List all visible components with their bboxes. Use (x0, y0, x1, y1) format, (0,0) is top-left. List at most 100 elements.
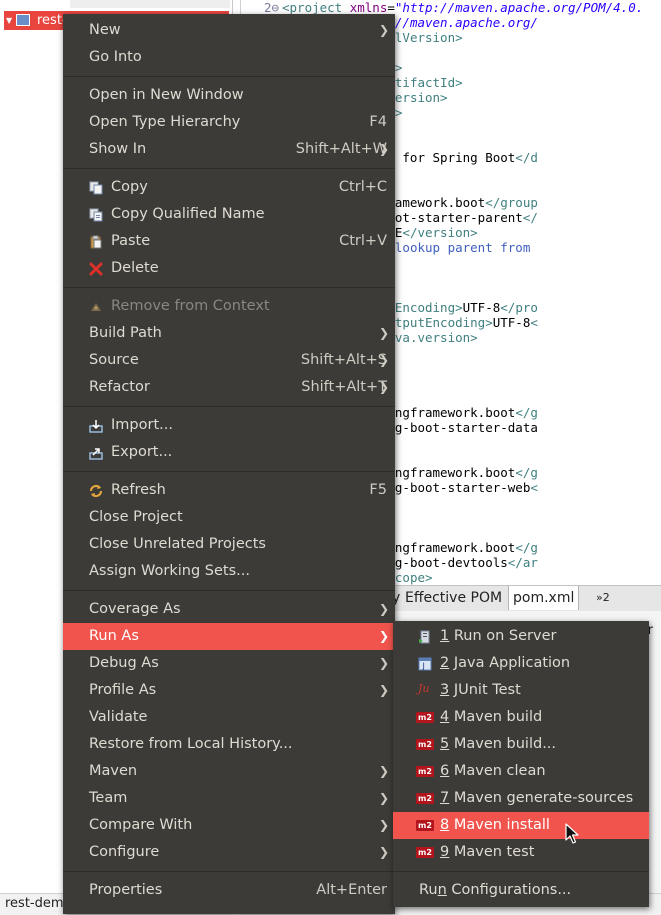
mnemonic-digit: 1 (440, 628, 450, 644)
submenu-item-maven-build[interactable]: m2 5 Maven build... (393, 731, 649, 758)
menu-item-label: Copy Qualified Name (111, 206, 265, 222)
menu-item-team[interactable]: Team ❯ (63, 785, 395, 812)
menu-item-shortcut: F4 (369, 114, 387, 130)
mnemonic-digit: 3 (440, 682, 450, 698)
menu-item-label: Properties (89, 882, 163, 898)
menu-item-export[interactable]: Export... (63, 439, 395, 466)
menu-separator (63, 590, 395, 591)
submenu-arrow-icon: ❯ (378, 380, 389, 394)
menu-item-label: Coverage As (89, 601, 181, 617)
status-text: rest-dem (5, 896, 64, 911)
submenu-item-java-application[interactable]: J 2 Java Application (393, 650, 649, 677)
collapse-arrow-icon[interactable]: ▼ (6, 11, 12, 30)
menu-item-new[interactable]: New ❯ (63, 17, 395, 44)
menu-item-properties[interactable]: Properties Alt+Enter (63, 877, 395, 904)
menu-item-shortcut: Alt+Enter (316, 882, 387, 898)
menu-item-configure[interactable]: Configure ❯ (63, 839, 395, 866)
junit-icon: Ju (418, 682, 430, 695)
menu-item-label: Open in New Window (89, 87, 244, 103)
mnemonic-digit: 2 (440, 655, 450, 671)
tab-effective-pom[interactable]: Effective POM (401, 586, 506, 610)
menu-item-shortcut: Ctrl+C (338, 179, 387, 195)
menu-item-refactor[interactable]: Refactor Shift+Alt+T ❯ (63, 374, 395, 401)
menu-item-label: Close Project (89, 509, 183, 525)
code-token: < (530, 480, 538, 495)
submenu-item-maven-clean[interactable]: m2 6 Maven clean (393, 758, 649, 785)
submenu-item-junit-test[interactable]: Ju 3 JUnit Test (393, 677, 649, 704)
menu-item-shortcut: Ctrl+V (339, 233, 387, 249)
mnemonic-digit: 4 (440, 709, 450, 725)
menu-item-label: Open Type Hierarchy (89, 114, 241, 130)
maven-m2-icon: m2 (416, 847, 434, 858)
submenu-item-maven-build[interactable]: m2 4 Maven build (393, 704, 649, 731)
menu-separator (63, 471, 395, 472)
code-token: xmlns (349, 0, 388, 15)
explorer-toolbar (70, 0, 230, 8)
submenu-item-maven-generate-sources[interactable]: m2 7 Maven generate-sources (393, 785, 649, 812)
code-line: 2⊖ <project xmlns="http://maven.apache.or… (241, 0, 643, 15)
menu-item-refresh[interactable]: Refresh F5 (63, 477, 395, 504)
menu-item-delete[interactable]: Delete (63, 255, 395, 282)
submenu-item-maven-test[interactable]: m2 9 Maven test (393, 839, 649, 866)
menu-item-label: Refresh (111, 482, 166, 498)
mouse-pointer-icon (565, 823, 579, 844)
code-token: </d (515, 150, 538, 165)
code-token: </ar (507, 555, 538, 570)
menu-item-source[interactable]: Source Shift+Alt+S ❯ (63, 347, 395, 374)
menu-separator (63, 871, 395, 872)
menu-separator (63, 168, 395, 169)
menu-item-debug-as[interactable]: Debug As ❯ (63, 650, 395, 677)
menu-item-close-unrelated-projects[interactable]: Close Unrelated Projects (63, 531, 395, 558)
menu-item-coverage-as[interactable]: Coverage As ❯ (63, 596, 395, 623)
mnemonic-digit: 7 (440, 790, 450, 806)
tab-overflow-chevron[interactable]: »2 (592, 586, 614, 610)
code-token: < (530, 315, 538, 330)
menu-item-compare-with[interactable]: Compare With ❯ (63, 812, 395, 839)
menu-item-open-type-hierarchy[interactable]: Open Type Hierarchy F4 (63, 109, 395, 136)
context-menu: New ❯ Go Into Open in New Window Open Type H… (63, 14, 395, 914)
maven-m2-icon: m2 (416, 820, 434, 831)
menu-item-copy-qualified-name[interactable]: Copy Qualified Name (63, 201, 395, 228)
menu-item-paste[interactable]: Paste Ctrl+V (63, 228, 395, 255)
menu-item-go-into[interactable]: Go Into (63, 44, 395, 71)
menu-separator (63, 76, 395, 77)
menu-item-label: Copy (111, 179, 148, 195)
menu-item-import[interactable]: Import... (63, 412, 395, 439)
menu-item-label: 6 Maven clean (440, 763, 546, 779)
line-number: 2⊖ (263, 0, 279, 15)
maven-m2-icon: m2 (416, 793, 434, 804)
menu-item-label: Configure (89, 844, 160, 860)
menu-item-validate[interactable]: Validate (63, 704, 395, 731)
menu-item-label: Compare With (89, 817, 193, 833)
menu-item-restore-from-local-history[interactable]: Restore from Local History... (63, 731, 395, 758)
menu-item-maven[interactable]: Maven ❯ (63, 758, 395, 785)
submenu-arrow-icon: ❯ (378, 656, 389, 670)
menu-item-label: Run Configurations... (419, 882, 572, 898)
menu-item-label: 3 JUnit Test (440, 682, 521, 698)
menu-item-label: Debug As (89, 655, 159, 671)
menu-separator (63, 287, 395, 288)
menu-item-assign-working-sets[interactable]: Assign Working Sets... (63, 558, 395, 585)
menu-item-label: Paste (111, 233, 151, 249)
menu-item-label: Restore from Local History... (89, 736, 293, 752)
submenu-arrow-icon: ❯ (378, 845, 389, 859)
mnemonic-digit: 5 (440, 736, 450, 752)
tab-pom-xml[interactable]: pom.xml (508, 586, 580, 610)
menu-item-profile-as[interactable]: Profile As ❯ (63, 677, 395, 704)
mnemonic-digit: 8 (440, 817, 450, 833)
menu-item-run-as[interactable]: Run As ❯ (63, 623, 395, 650)
menu-item-open-in-new-window[interactable]: Open in New Window (63, 82, 395, 109)
menu-item-build-path[interactable]: Build Path ❯ (63, 320, 395, 347)
menu-item-shortcut: Shift+Alt+S (300, 352, 387, 368)
mnemonic-digit: 6 (440, 763, 450, 779)
submenu-item-maven-install[interactable]: m2 8 Maven install (393, 812, 649, 839)
menu-item-shortcut: Shift+Alt+T (301, 379, 387, 395)
menu-item-label: 4 Maven build (440, 709, 543, 725)
code-token: = (387, 0, 395, 15)
menu-item-show-in[interactable]: Show In Shift+Alt+W ❯ (63, 136, 395, 163)
menu-separator (393, 871, 649, 872)
menu-item-copy[interactable]: Copy Ctrl+C (63, 174, 395, 201)
submenu-item-run-on-server[interactable]: 1 Run on Server (393, 623, 649, 650)
menu-item-close-project[interactable]: Close Project (63, 504, 395, 531)
submenu-item-run-configurations[interactable]: Run Configurations... (393, 877, 649, 904)
